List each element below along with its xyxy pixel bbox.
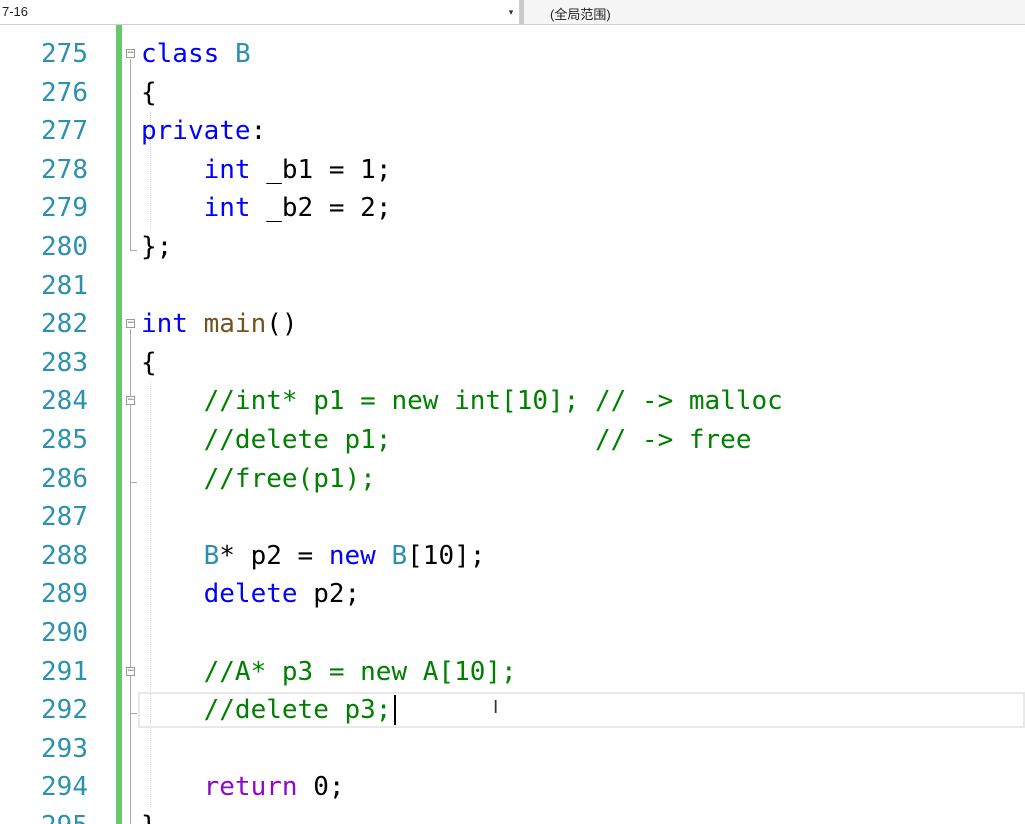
line-number: 277 <box>41 116 88 147</box>
collapse-region-icon[interactable]: − <box>126 666 135 676</box>
code-line[interactable]: //A* p3 = new A[10]; <box>141 653 517 692</box>
code-line[interactable]: }; <box>141 228 172 267</box>
outline-end-tick <box>130 481 137 483</box>
code-line[interactable]: B* p2 = new B[10]; <box>141 537 486 576</box>
line-number: 279 <box>41 193 88 224</box>
member-scope-dropdown[interactable]: (全局范围) <box>524 0 1025 24</box>
code-line[interactable]: delete p2; <box>141 575 361 614</box>
code-line[interactable]: int _b2 = 2; <box>141 189 392 228</box>
code-line[interactable]: class B <box>141 35 251 74</box>
line-number: 286 <box>41 463 88 494</box>
outline-connector <box>130 406 131 482</box>
line-number-gutter: 275 276 277 278 279 280 281 282 283 284 285 286 287 2… <box>0 25 90 824</box>
code-line[interactable]: return 0; <box>141 768 345 807</box>
code-line[interactable]: { <box>141 344 157 383</box>
code-line[interactable]: int _b1 = 1; <box>141 151 392 190</box>
line-number: 285 <box>41 425 88 455</box>
text-caret <box>394 695 397 726</box>
code-line[interactable]: //free(p1); <box>141 460 376 499</box>
line-number: 281 <box>41 270 88 301</box>
navigation-bar: 7-16 ▾ (全局范围) <box>0 0 1025 25</box>
collapse-region-icon[interactable]: − <box>126 396 135 406</box>
outline-connector <box>130 59 131 250</box>
outline-end-tick <box>130 250 137 251</box>
chevron-down-icon[interactable]: ▾ <box>505 2 517 22</box>
line-number: 291 <box>41 656 88 687</box>
outline-connector <box>130 676 131 714</box>
line-number: 294 <box>41 772 88 803</box>
collapse-region-icon[interactable]: − <box>126 319 135 329</box>
line-number: 284 <box>41 386 88 417</box>
line-number: 283 <box>41 347 88 378</box>
code-line[interactable]: //delete p3; <box>141 691 392 730</box>
code-line[interactable]: private: <box>141 112 266 151</box>
line-number: 282 <box>41 309 88 340</box>
code-editor[interactable]: 275 276 277 278 279 280 281 282 283 284 285 286 287 2… <box>0 25 1025 824</box>
line-number: 292 <box>41 695 88 726</box>
change-tracking-bar <box>116 25 122 824</box>
line-number: 293 <box>41 733 88 764</box>
member-scope-label: (全局范围) <box>550 7 611 22</box>
line-number: 288 <box>41 540 88 571</box>
code-line[interactable]: } <box>141 807 157 824</box>
code-line[interactable]: //delete p1; // -> free <box>141 421 752 460</box>
file-scope-label: 7-16 <box>2 4 29 19</box>
line-number: 278 <box>41 154 88 185</box>
collapse-region-icon[interactable]: − <box>126 49 135 58</box>
line-number: 276 <box>41 77 88 108</box>
code-line[interactable]: { <box>141 74 157 113</box>
code-line[interactable]: //int* p1 = new int[10]; // -> malloc <box>141 382 783 421</box>
line-number: 280 <box>41 232 88 262</box>
line-number: 287 <box>41 502 88 533</box>
outline-end-tick <box>130 713 137 715</box>
ibeam-cursor-icon: I <box>493 697 499 718</box>
line-number: 290 <box>41 618 88 648</box>
line-number: 289 <box>41 579 88 610</box>
code-line[interactable]: int main() <box>141 305 298 344</box>
line-number: 295 <box>0 807 88 824</box>
line-number: 275 <box>41 39 88 69</box>
file-scope-dropdown[interactable]: 7-16 ▾ <box>0 0 520 24</box>
